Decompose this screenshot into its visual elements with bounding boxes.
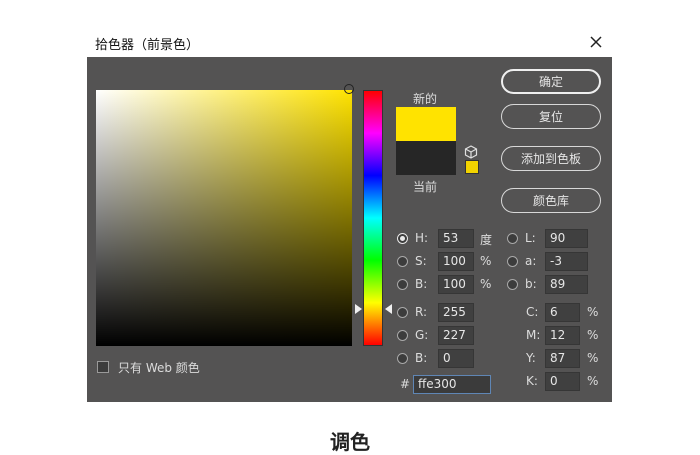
color-picker-dialog: 拾色器（前景色） 新的 当前 确定 复位 添加到色板 颜色库 H: 53 度 S… [87, 28, 612, 402]
color-field-marker[interactable] [344, 84, 354, 94]
close-icon[interactable] [586, 32, 606, 52]
yellow-unit: % [587, 351, 599, 365]
cyan-unit: % [587, 305, 599, 319]
hue-slider-handle-right[interactable] [385, 304, 392, 314]
a-channel-label: a: [525, 254, 537, 268]
green-label: G: [415, 328, 429, 342]
web-colors-only-checkbox[interactable] [97, 361, 109, 373]
title-bar: 拾色器（前景色） [87, 28, 612, 57]
saturation-unit: % [480, 254, 492, 268]
radio-b-channel[interactable] [507, 279, 518, 290]
red-label: R: [415, 305, 428, 319]
magenta-input[interactable]: 12 [545, 326, 580, 345]
lightness-input[interactable]: 90 [545, 229, 588, 248]
radio-brightness[interactable] [397, 279, 408, 290]
b-channel-label: b: [525, 277, 537, 291]
brightness-input[interactable]: 100 [438, 275, 474, 294]
magenta-unit: % [587, 328, 599, 342]
brightness-label: B: [415, 277, 428, 291]
yellow-input[interactable]: 87 [545, 349, 580, 368]
reset-button[interactable]: 复位 [501, 104, 601, 129]
radio-hue[interactable] [397, 233, 408, 244]
radio-a-channel[interactable] [507, 256, 518, 267]
radio-lightness[interactable] [507, 233, 518, 244]
brightness-unit: % [480, 277, 492, 291]
cyan-input[interactable]: 6 [545, 303, 580, 322]
hue-label: H: [415, 231, 429, 245]
black-input[interactable]: 0 [545, 372, 580, 391]
saturation-input[interactable]: 100 [438, 252, 474, 271]
hue-unit: 度 [480, 233, 493, 247]
saturation-brightness-field[interactable] [96, 90, 352, 346]
green-input[interactable]: 227 [438, 326, 474, 345]
hue-input[interactable]: 53 [438, 229, 474, 248]
current-color-label: 当前 [413, 180, 438, 194]
hue-slider[interactable] [363, 90, 383, 346]
hex-input[interactable]: ffe300 [413, 375, 491, 394]
add-to-swatches-button[interactable]: 添加到色板 [501, 146, 601, 171]
color-libraries-button[interactable]: 颜色库 [501, 188, 601, 213]
black-label: K: [526, 374, 538, 388]
hex-label: # [400, 377, 411, 391]
cyan-label: C: [526, 305, 539, 319]
lightness-label: L: [525, 231, 536, 245]
radio-saturation[interactable] [397, 256, 408, 267]
ok-button[interactable]: 确定 [501, 69, 601, 94]
blue-label: B: [415, 351, 428, 365]
new-color-swatch [396, 107, 456, 141]
dialog-title: 拾色器（前景色） [95, 38, 200, 53]
web-colors-only-label: 只有 Web 颜色 [118, 361, 200, 375]
radio-green[interactable] [397, 330, 408, 341]
blue-input[interactable]: 0 [438, 349, 474, 368]
b-channel-input[interactable]: 89 [545, 275, 588, 294]
gamut-color-swatch[interactable] [465, 160, 479, 174]
new-color-label: 新的 [413, 92, 438, 106]
hue-slider-handle-left[interactable] [355, 304, 362, 314]
black-unit: % [587, 374, 599, 388]
radio-red[interactable] [397, 307, 408, 318]
red-input[interactable]: 255 [438, 303, 474, 322]
a-channel-input[interactable]: -3 [545, 252, 588, 271]
radio-blue[interactable] [397, 353, 408, 364]
yellow-label: Y: [526, 351, 536, 365]
saturation-label: S: [415, 254, 427, 268]
current-color-swatch[interactable] [396, 141, 456, 175]
page-caption: 调色 [330, 430, 370, 454]
magenta-label: M: [526, 328, 541, 342]
cube-icon[interactable] [464, 145, 478, 159]
